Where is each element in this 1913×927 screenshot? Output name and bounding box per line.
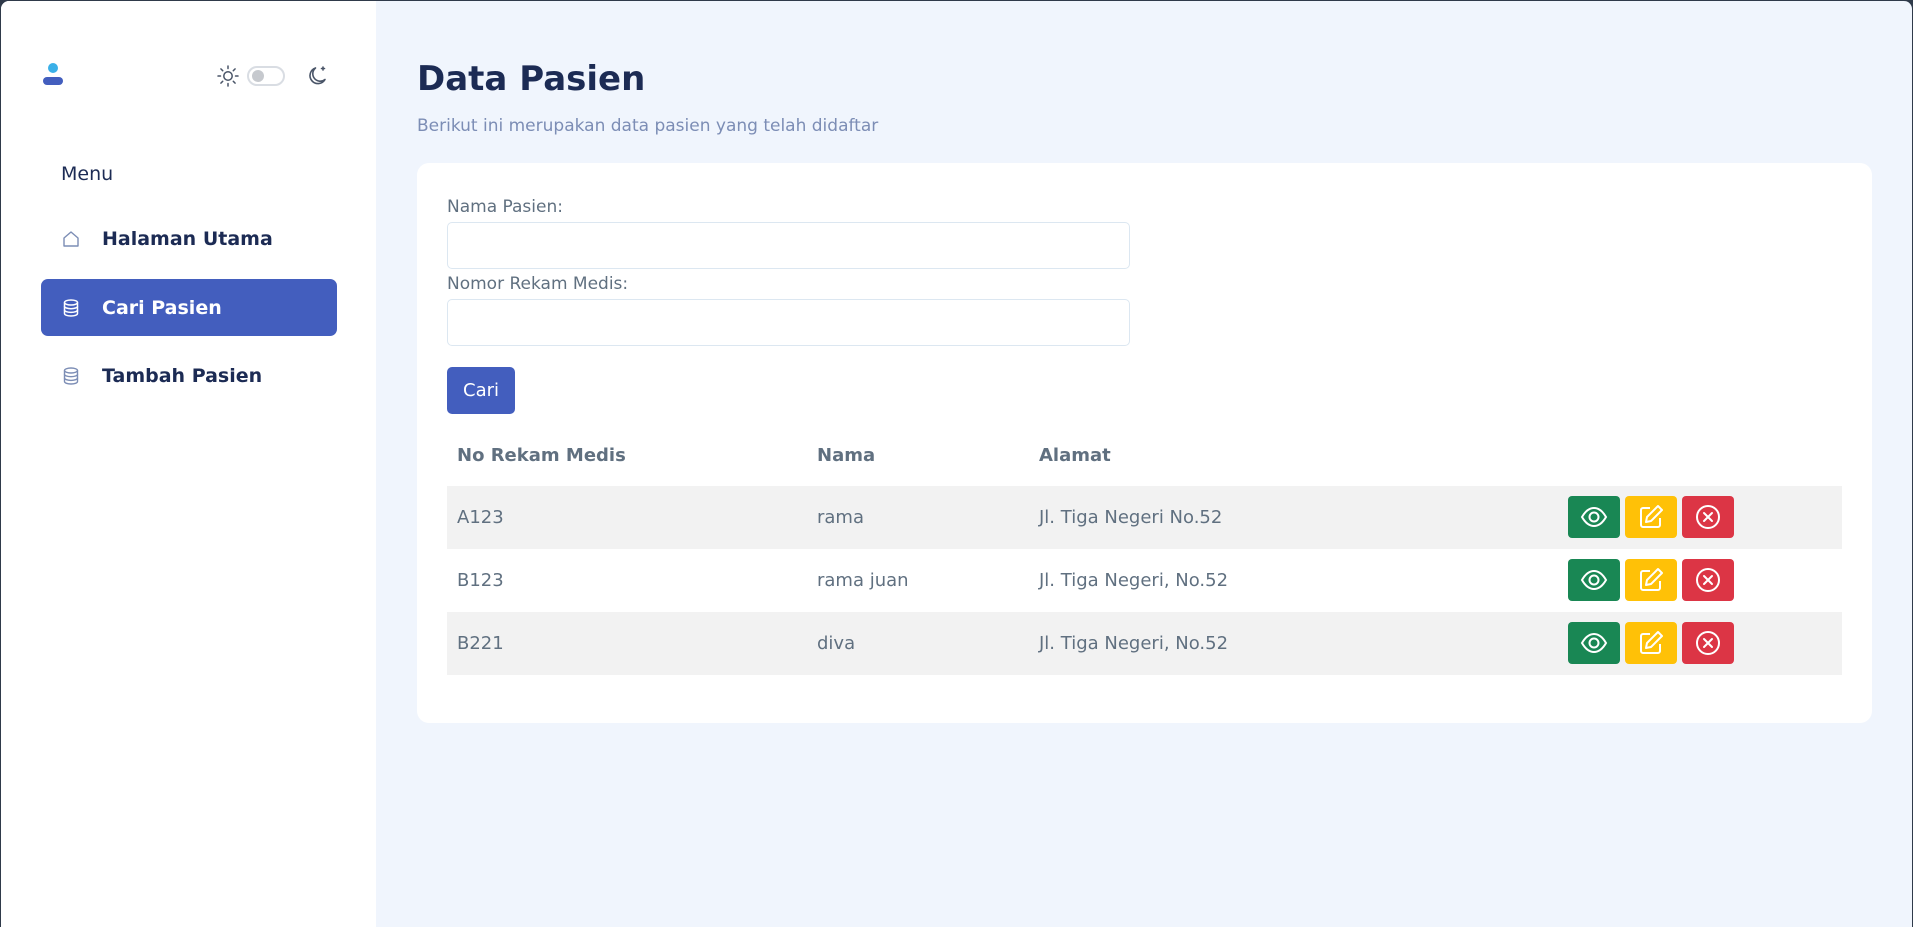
page-subtitle: Berikut ini merupakan data pasien yang t… <box>417 116 879 136</box>
view-button[interactable] <box>1568 622 1620 664</box>
cell-alamat: Jl. Tiga Negeri, No.52 <box>1039 570 1229 591</box>
patient-table: No Rekam Medis Nama Alamat A123 rama Jl.… <box>447 426 1842 675</box>
patient-name-label: Nama Pasien: <box>447 197 563 217</box>
sidebar-item-label: Tambah Pasien <box>102 364 263 387</box>
delete-button[interactable] <box>1682 496 1734 538</box>
eye-icon <box>1580 569 1608 591</box>
user-icon <box>43 63 63 85</box>
x-circle-icon <box>1696 505 1720 529</box>
table-row: B221 diva Jl. Tiga Negeri, No.52 <box>447 612 1842 675</box>
table-row: B123 rama juan Jl. Tiga Negeri, No.52 <box>447 549 1842 612</box>
edit-button[interactable] <box>1625 622 1677 664</box>
delete-button[interactable] <box>1682 622 1734 664</box>
menu-label: Menu <box>61 163 114 185</box>
page-title: Data Pasien <box>417 59 646 99</box>
row-actions <box>1568 622 1734 664</box>
cell-nama: rama juan <box>817 570 909 591</box>
x-circle-icon <box>1696 568 1720 592</box>
sidebar: Menu Halaman Utama Cari Pasien Tambah Pa… <box>1 1 376 927</box>
sidebar-item-halaman-utama[interactable]: Halaman Utama <box>41 210 337 267</box>
table-row: A123 rama Jl. Tiga Negeri No.52 <box>447 486 1842 549</box>
eye-icon <box>1580 632 1608 654</box>
medical-record-label: Nomor Rekam Medis: <box>447 274 629 294</box>
database-icon <box>63 366 79 385</box>
sidebar-item-label: Halaman Utama <box>102 227 273 250</box>
cell-nama: diva <box>817 633 856 654</box>
delete-button[interactable] <box>1682 559 1734 601</box>
x-circle-icon <box>1696 631 1720 655</box>
pencil-square-icon <box>1640 505 1663 528</box>
cell-rm: B123 <box>457 570 504 591</box>
cell-rm: A123 <box>457 507 504 528</box>
sidebar-item-cari-pasien[interactable]: Cari Pasien <box>41 279 337 336</box>
moon-icon <box>309 66 326 85</box>
sun-icon <box>217 65 239 87</box>
cell-nama: rama <box>817 507 864 528</box>
patient-name-input[interactable] <box>447 222 1130 269</box>
dark-mode-switch[interactable] <box>247 66 285 86</box>
app-window: Menu Halaman Utama Cari Pasien Tambah Pa… <box>1 1 1912 927</box>
cell-alamat: Jl. Tiga Negeri, No.52 <box>1039 633 1229 654</box>
house-icon <box>63 230 79 247</box>
theme-toggle <box>216 63 330 89</box>
sidebar-item-label: Cari Pasien <box>102 296 222 319</box>
edit-button[interactable] <box>1625 559 1677 601</box>
row-actions <box>1568 496 1734 538</box>
row-actions <box>1568 559 1734 601</box>
cell-rm: B221 <box>457 633 504 654</box>
database-icon <box>63 298 79 317</box>
switch-knob <box>252 70 264 82</box>
eye-icon <box>1580 506 1608 528</box>
sidebar-item-tambah-pasien[interactable]: Tambah Pasien <box>41 347 337 404</box>
column-header-rm: No Rekam Medis <box>457 445 626 466</box>
edit-button[interactable] <box>1625 496 1677 538</box>
search-card: Nama Pasien: Nomor Rekam Medis: Cari No … <box>417 163 1872 723</box>
cell-alamat: Jl. Tiga Negeri No.52 <box>1039 507 1223 528</box>
view-button[interactable] <box>1568 559 1620 601</box>
search-button[interactable]: Cari <box>447 367 515 414</box>
medical-record-input[interactable] <box>447 299 1130 346</box>
view-button[interactable] <box>1568 496 1620 538</box>
pencil-square-icon <box>1640 568 1663 591</box>
pencil-square-icon <box>1640 631 1663 654</box>
column-header-alamat: Alamat <box>1039 445 1111 466</box>
table-header: No Rekam Medis Nama Alamat <box>447 426 1842 487</box>
column-header-nama: Nama <box>817 445 876 466</box>
